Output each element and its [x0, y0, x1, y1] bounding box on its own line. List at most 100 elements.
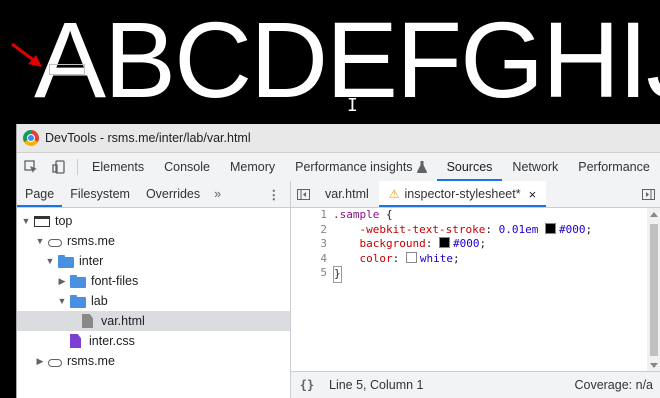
tree-item-inter[interactable]: ▼ inter — [17, 251, 290, 271]
tree-item-label: inter.css — [89, 334, 135, 348]
devtools-window: DevTools - rsms.me/inter/lab/var.html El… — [16, 124, 660, 398]
scroll-down-icon[interactable] — [650, 363, 658, 368]
tree-item-lab[interactable]: ▼ lab — [17, 291, 290, 311]
tab-sources[interactable]: Sources — [436, 153, 503, 181]
open-brace: { — [379, 208, 393, 221]
css-value: 0.01em — [498, 222, 539, 236]
code-line: 3 background: #000; — [291, 237, 647, 252]
expanded-arrow-icon[interactable]: ▼ — [57, 296, 67, 306]
tab-label: Elements — [92, 160, 145, 174]
navigator-tabs: Page Filesystem Overrides » ⋮ — [17, 181, 290, 208]
editor-tab-inspector-stylesheet[interactable]: ⚠ inspector-stylesheet* × — [378, 181, 547, 207]
tab-label: Performance — [578, 160, 650, 174]
css-color-value: #000 — [452, 237, 480, 250]
document-file-icon — [82, 314, 93, 328]
sources-panel: Page Filesystem Overrides » ⋮ ▼ top ▼ rs… — [17, 181, 660, 398]
close-tab-icon[interactable]: × — [529, 187, 537, 202]
css-selector: .sample — [333, 208, 380, 221]
inspect-element-icon[interactable] — [17, 153, 45, 181]
close-brace: } — [333, 266, 342, 283]
window-titlebar: DevTools - rsms.me/inter/lab/var.html — [17, 124, 660, 153]
expanded-arrow-icon[interactable]: ▼ — [35, 236, 45, 246]
main-toolbar: Elements Console Memory Performance insi… — [17, 153, 660, 182]
tab-network[interactable]: Network — [502, 153, 568, 181]
color-swatch-black[interactable] — [438, 237, 450, 248]
code-area[interactable]: 1 .sample { 2 -webkit-text-stroke: 0.01e… — [291, 208, 647, 372]
folder-icon — [58, 254, 74, 268]
tree-item-font-files[interactable]: ▶ font-files — [17, 271, 290, 291]
tree-item-label: lab — [91, 294, 108, 308]
expanded-arrow-icon[interactable]: ▼ — [21, 216, 31, 226]
coverage-status: Coverage: n/a — [574, 378, 653, 392]
tab-performance[interactable]: Performance — [568, 153, 660, 181]
tab-console[interactable]: Console — [154, 153, 220, 181]
scrollbar-thumb[interactable] — [650, 224, 658, 356]
scroll-up-icon[interactable] — [650, 212, 658, 217]
tab-label: Network — [512, 160, 559, 174]
tree-item-top[interactable]: ▼ top — [17, 211, 290, 231]
file-tree: ▼ top ▼ rsms.me ▼ inter ▶ font-files ▼ l… — [17, 211, 290, 371]
tab-memory[interactable]: Memory — [220, 153, 285, 181]
toolbar-divider — [77, 159, 78, 175]
more-options-button[interactable]: ⋮ — [268, 181, 281, 207]
tree-item-label: top — [55, 214, 73, 228]
collapsed-arrow-icon[interactable]: ▶ — [35, 356, 45, 367]
stylesheet-file-icon — [70, 334, 81, 348]
window-title: DevTools - rsms.me/inter/lab/var.html — [45, 131, 251, 145]
editor-tab-var-html[interactable]: var.html — [315, 181, 379, 207]
tree-item-label: font-files — [91, 274, 139, 288]
cursor-position: Line 5, Column 1 — [329, 378, 424, 392]
tree-item-label: var.html — [101, 314, 145, 328]
file-navigator: Page Filesystem Overrides » ⋮ ▼ top ▼ rs… — [17, 181, 291, 398]
color-swatch-black[interactable] — [544, 222, 556, 234]
tab-performance-insights[interactable]: Performance insights — [285, 153, 436, 181]
more-tabs-button[interactable]: » — [208, 187, 227, 201]
frame-icon — [34, 215, 50, 227]
css-color-value: #000 — [558, 222, 586, 236]
code-line: 1 .sample { — [291, 208, 647, 223]
tree-item-rsms-me[interactable]: ▼ rsms.me — [17, 231, 290, 251]
line-number: 4 — [320, 251, 327, 265]
toggle-debugger-icon[interactable] — [642, 181, 655, 207]
tab-label: var.html — [325, 187, 369, 201]
editor-statusbar: {} Line 5, Column 1 Coverage: n/a — [291, 371, 660, 398]
tab-filesystem[interactable]: Filesystem — [62, 181, 138, 207]
tab-label: Sources — [446, 160, 493, 174]
editor-tabs: var.html ⚠ inspector-stylesheet* × — [291, 181, 660, 208]
tree-item-inter-css[interactable]: inter.css — [17, 331, 290, 351]
tree-item-rsms-me-2[interactable]: ▶ rsms.me — [17, 351, 290, 371]
collapsed-arrow-icon[interactable]: ▶ — [57, 276, 67, 287]
expanded-arrow-icon[interactable]: ▼ — [45, 256, 55, 266]
highlight-box — [49, 64, 85, 75]
tree-item-var-html[interactable]: var.html — [17, 311, 290, 331]
tab-label: Memory — [229, 160, 276, 174]
tab-page[interactable]: Page — [17, 181, 63, 207]
tab-overrides[interactable]: Overrides — [138, 181, 208, 207]
tab-label: inspector-stylesheet* — [404, 187, 521, 201]
toggle-navigator-icon[interactable] — [291, 188, 315, 200]
css-color-value: white — [419, 251, 453, 265]
tab-label: Console — [164, 160, 210, 174]
tab-label: Filesystem — [70, 187, 130, 201]
editor-scrollbar[interactable] — [647, 208, 660, 372]
tab-elements[interactable]: Elements — [82, 153, 154, 181]
page-preview: ABCDEFGHIJK I — [0, 0, 660, 124]
tree-item-label: rsms.me — [67, 234, 115, 248]
device-toolbar-icon[interactable] — [45, 153, 73, 181]
code-line: 5 } — [291, 266, 647, 283]
code-line: 4 color: white; — [291, 251, 647, 267]
text-cursor-icon: I — [347, 95, 358, 116]
line-number: 5 — [320, 266, 327, 279]
line-number: 2 — [320, 222, 327, 236]
warning-icon: ⚠ — [388, 187, 400, 201]
code-editor: var.html ⚠ inspector-stylesheet* × 1 .sa… — [291, 181, 660, 398]
line-number: 1 — [320, 208, 327, 221]
flask-icon — [416, 161, 427, 173]
tab-label: Performance insights — [295, 160, 413, 174]
pretty-print-button[interactable]: {} — [291, 378, 323, 392]
color-swatch-white[interactable] — [405, 251, 417, 263]
code-line: 2 -webkit-text-stroke: 0.01em #000; — [291, 222, 647, 238]
cloud-icon — [48, 359, 62, 367]
tree-item-label: rsms.me — [67, 354, 115, 368]
folder-icon — [70, 274, 86, 288]
